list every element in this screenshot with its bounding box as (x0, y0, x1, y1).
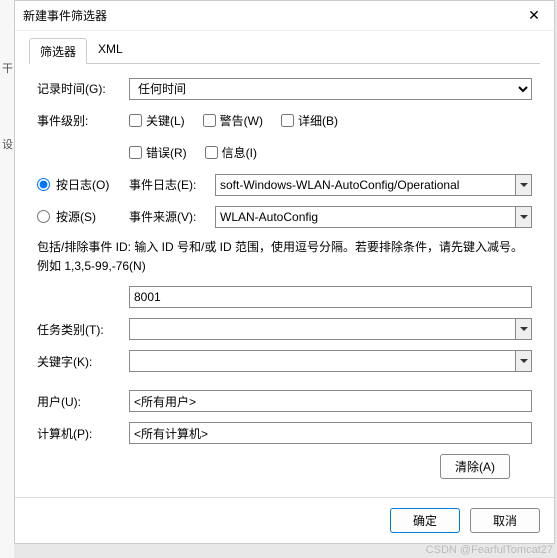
checkbox-critical[interactable] (129, 114, 142, 127)
dropdown-keywords[interactable] (129, 350, 532, 372)
select-log-time[interactable]: 任何时间 (129, 78, 532, 100)
label-computer: 计算机(P): (37, 425, 129, 442)
dropdown-event-source[interactable]: WLAN-AutoConfig (215, 206, 532, 228)
chevron-down-icon[interactable] (515, 351, 531, 371)
row-keywords: 关键字(K): (37, 350, 532, 372)
checkbox-error[interactable] (129, 146, 142, 159)
tab-filter[interactable]: 筛选器 (29, 38, 87, 64)
label-keywords: 关键字(K): (37, 353, 129, 370)
tab-strip: 筛选器 XML (15, 31, 554, 63)
check-critical[interactable]: 关键(L) (129, 112, 185, 129)
event-source-value: WLAN-AutoConfig (216, 210, 515, 224)
check-error[interactable]: 错误(R) (129, 144, 187, 161)
label-task-category: 任务类别(T): (37, 321, 129, 338)
close-icon[interactable]: ✕ (522, 7, 546, 24)
checkbox-warning[interactable] (203, 114, 216, 127)
dropdown-task-category[interactable] (129, 318, 532, 340)
bg-char-2: 设 (2, 136, 14, 152)
row-user: 用户(U): (37, 390, 532, 412)
dialog-window: 新建事件筛选器 ✕ 筛选器 XML 记录时间(G): 任何时间 事件级别: 关键… (14, 0, 555, 544)
row-log-time: 记录时间(G): 任何时间 (37, 78, 532, 100)
check-info[interactable]: 信息(I) (205, 144, 257, 161)
chevron-down-icon[interactable] (515, 175, 531, 195)
watermark: CSDN @FearfulTomcat27 (426, 544, 553, 556)
row-event-id (37, 286, 532, 308)
checkbox-verbose[interactable] (281, 114, 294, 127)
titlebar: 新建事件筛选器 ✕ (15, 1, 554, 31)
chevron-down-icon[interactable] (515, 207, 531, 227)
event-log-value: soft-Windows-WLAN-AutoConfig/Operational (216, 178, 515, 192)
check-verbose[interactable]: 详细(B) (281, 112, 338, 129)
ok-button[interactable]: 确定 (390, 508, 460, 533)
dialog-footer: 确定 取消 (15, 497, 554, 543)
computer-input[interactable] (129, 422, 532, 444)
row-level-2: 错误(R) 信息(I) (37, 142, 532, 164)
event-id-input[interactable] (129, 286, 532, 308)
tab-content: 记录时间(G): 任何时间 事件级别: 关键(L) 警告(W) 详细(B) 错误… (15, 64, 554, 497)
check-warning[interactable]: 警告(W) (203, 112, 263, 129)
label-by-log: 按日志(O) (56, 176, 129, 193)
label-by-source: 按源(S) (56, 208, 129, 225)
checkbox-info[interactable] (205, 146, 218, 159)
label-log-time: 记录时间(G): (37, 80, 129, 97)
label-user: 用户(U): (37, 393, 129, 410)
row-by-log: 按日志(O) 事件日志(E): soft-Windows-WLAN-AutoCo… (37, 174, 532, 196)
row-level-1: 事件级别: 关键(L) 警告(W) 详细(B) (37, 110, 532, 132)
clear-button[interactable]: 清除(A) (440, 454, 510, 479)
background-strip: 干 设 (0, 0, 14, 558)
window-title: 新建事件筛选器 (23, 7, 522, 24)
event-id-help: 包括/排除事件 ID: 输入 ID 号和/或 ID 范围，使用逗号分隔。若要排除… (37, 238, 532, 276)
label-event-log: 事件日志(E): (129, 176, 207, 193)
cancel-button[interactable]: 取消 (470, 508, 540, 533)
row-task-category: 任务类别(T): (37, 318, 532, 340)
radio-by-log[interactable] (37, 178, 50, 191)
radio-by-source[interactable] (37, 210, 50, 223)
row-computer: 计算机(P): (37, 422, 532, 444)
user-input[interactable] (129, 390, 532, 412)
label-level: 事件级别: (37, 112, 129, 129)
chevron-down-icon[interactable] (515, 319, 531, 339)
label-event-source: 事件来源(V): (129, 208, 207, 225)
tab-xml[interactable]: XML (87, 37, 134, 63)
row-by-source: 按源(S) 事件来源(V): WLAN-AutoConfig (37, 206, 532, 228)
bg-char-1: 干 (2, 60, 14, 76)
dropdown-event-log[interactable]: soft-Windows-WLAN-AutoConfig/Operational (215, 174, 532, 196)
